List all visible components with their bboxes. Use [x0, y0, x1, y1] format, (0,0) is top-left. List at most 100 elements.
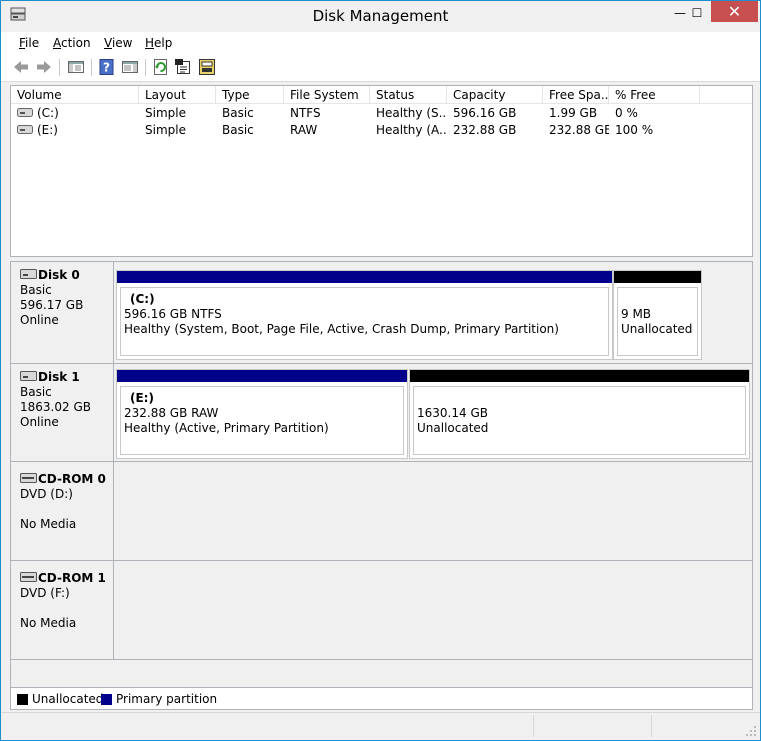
back-arrow-icon[interactable]	[12, 58, 30, 76]
volume-list[interactable]: Volume Layout Type File System Status Ca…	[10, 85, 753, 257]
legend: Unallocated Primary partition	[10, 687, 753, 710]
disk-type: Basic	[20, 385, 52, 399]
partition-status: Unallocated	[621, 322, 693, 336]
column-header-volume[interactable]: Volume	[11, 86, 139, 104]
disk-row-cd-rom-1[interactable]: CD-ROM 1 DVD (F:) No Media	[11, 561, 752, 659]
column-header-capacity[interactable]: Capacity	[447, 86, 543, 104]
disk-row-disk-0[interactable]: Disk 0 Basic 596.17 GB Online (C:) 596.1…	[11, 262, 752, 363]
menu-action[interactable]: Action	[53, 36, 91, 50]
partition-c[interactable]: (C:) 596.16 GB NTFS Healthy (System, Boo…	[116, 270, 613, 360]
maximize-icon: ☐	[691, 6, 703, 20]
disk-type: DVD (F:)	[20, 586, 70, 600]
partition-size: 232.88 GB RAW	[124, 406, 219, 420]
disk-name: Disk 1	[38, 370, 80, 384]
toolbar: ?	[1, 54, 760, 82]
disk-label[interactable]: CD-ROM 0 DVD (D:) No Media	[11, 462, 114, 560]
volume-free-space: 232.88 GB	[549, 123, 609, 137]
column-header-percent-free[interactable]: % Free	[609, 86, 700, 104]
primary-partition-bar	[117, 271, 612, 283]
volume-status: Healthy (S...	[376, 106, 447, 120]
primary-partition-swatch	[101, 694, 112, 705]
volume-type: Basic	[222, 123, 254, 137]
partition-e[interactable]: (E:) 232.88 GB RAW Healthy (Active, Prim…	[116, 369, 408, 459]
maximize-button[interactable]: ☐	[684, 1, 710, 25]
disk-row-cd-rom-0[interactable]: CD-ROM 0 DVD (D:) No Media	[11, 462, 752, 560]
volume-list-header: Volume Layout Type File System Status Ca…	[11, 86, 752, 104]
cd-rom-drive-icon	[20, 572, 37, 582]
disk-graphical-view[interactable]: Disk 0 Basic 596.17 GB Online (C:) 596.1…	[10, 262, 753, 687]
disk-status: Online	[20, 415, 59, 429]
forward-arrow-icon[interactable]	[35, 58, 53, 76]
rescan-disks-icon[interactable]	[198, 58, 216, 76]
close-button[interactable]: ✕	[711, 1, 758, 22]
disk-icon	[20, 269, 37, 279]
disk-type: Basic	[20, 283, 52, 297]
properties-icon[interactable]	[174, 58, 192, 76]
disk-name: Disk 0	[38, 268, 80, 282]
legend-unallocated: Unallocated	[32, 692, 104, 706]
partition-size: 596.16 GB NTFS	[124, 307, 222, 321]
drive-icon	[17, 125, 33, 134]
svg-text:?: ?	[103, 61, 110, 75]
partition-status: Unallocated	[417, 421, 489, 435]
volume-file-system: NTFS	[290, 106, 321, 120]
column-header-status[interactable]: Status	[370, 86, 447, 104]
title-bar[interactable]: Disk Management — ☐ ✕	[1, 1, 760, 32]
menu-file[interactable]: File	[19, 36, 39, 50]
disk-status: Online	[20, 313, 59, 327]
legend-primary-partition: Primary partition	[116, 692, 218, 706]
drive-icon	[17, 108, 33, 117]
column-header-type[interactable]: Type	[216, 86, 284, 104]
help-icon[interactable]: ?	[98, 58, 116, 76]
menu-help[interactable]: Help	[145, 36, 172, 50]
volume-row[interactable]: (C:) Simple Basic NTFS Healthy (S... 596…	[11, 105, 752, 122]
disk-row-disk-1[interactable]: Disk 1 Basic 1863.02 GB Online (E:) 232.…	[11, 364, 752, 461]
partition-details: (C:) 596.16 GB NTFS Healthy (System, Boo…	[120, 287, 609, 356]
unallocated-swatch	[17, 694, 28, 705]
volume-percent-free: 100 %	[615, 123, 654, 137]
refresh-icon[interactable]	[152, 58, 170, 76]
menu-bar: File Action View Help	[1, 32, 760, 54]
toolbar-separator	[145, 59, 146, 76]
partition-name: (C:)	[130, 292, 155, 306]
disk-label[interactable]: Disk 1 Basic 1863.02 GB Online	[11, 364, 114, 461]
disk-size	[20, 502, 113, 517]
volume-name: (E:)	[37, 123, 58, 137]
partition-details: 9 MB Unallocated	[617, 287, 698, 356]
disk-size: 596.17 GB	[20, 298, 84, 312]
menu-view[interactable]: View	[104, 36, 132, 50]
volume-layout: Simple	[145, 123, 186, 137]
disk-label[interactable]: Disk 0 Basic 596.17 GB Online	[11, 262, 114, 363]
disk-management-window: Disk Management — ☐ ✕ File Action View H…	[0, 0, 761, 741]
column-header-free-space[interactable]: Free Spa...	[543, 86, 609, 104]
volume-capacity: 596.16 GB	[453, 106, 517, 120]
disk-status: No Media	[20, 517, 77, 531]
disk-size	[20, 601, 113, 616]
disk-label[interactable]: CD-ROM 1 DVD (F:) No Media	[11, 561, 114, 659]
primary-partition-bar	[117, 370, 407, 382]
partition-status: Healthy (System, Boot, Page File, Active…	[124, 322, 559, 336]
volume-free-space: 1.99 GB	[549, 106, 598, 120]
volume-row[interactable]: (E:) Simple Basic RAW Healthy (A... 232.…	[11, 122, 752, 139]
partition-name: (E:)	[130, 391, 154, 405]
details-pane-icon[interactable]	[121, 58, 139, 76]
partition-unallocated-disk-1[interactable]: 1630.14 GB Unallocated	[409, 369, 750, 459]
disk-status: No Media	[20, 616, 77, 630]
disk-name: CD-ROM 1	[38, 571, 106, 585]
unallocated-bar	[410, 370, 749, 382]
resize-grip-icon[interactable]	[745, 725, 757, 737]
partition-details: 1630.14 GB Unallocated	[413, 386, 746, 455]
disk-type: DVD (D:)	[20, 487, 73, 501]
partition-size: 1630.14 GB	[417, 406, 488, 420]
volume-status: Healthy (A...	[376, 123, 447, 137]
disk-size: 1863.02 GB	[20, 400, 91, 414]
partition-unallocated-disk-0[interactable]: 9 MB Unallocated	[613, 270, 702, 360]
volume-name: (C:)	[37, 106, 59, 120]
column-header-file-system[interactable]: File System	[284, 86, 370, 104]
cd-rom-drive-icon	[20, 473, 37, 483]
volume-percent-free: 0 %	[615, 106, 638, 120]
column-header-layout[interactable]: Layout	[139, 86, 216, 104]
console-tree-icon[interactable]	[67, 58, 85, 76]
volume-capacity: 232.88 GB	[453, 123, 517, 137]
partition-status: Healthy (Active, Primary Partition)	[124, 421, 329, 435]
